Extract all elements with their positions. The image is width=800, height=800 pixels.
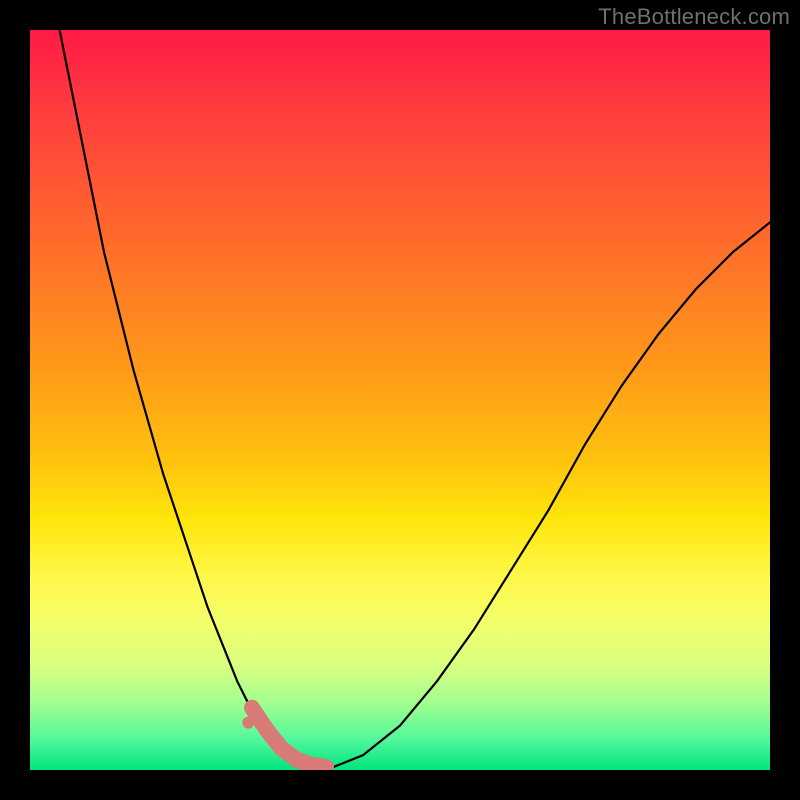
plot-area (30, 30, 770, 770)
optimal-zone-band (252, 708, 326, 767)
watermark-text: TheBottleneck.com (598, 4, 790, 30)
curve-svg (30, 30, 770, 770)
chart-frame: TheBottleneck.com (0, 0, 800, 800)
optimal-zone-dot (242, 717, 254, 729)
bottleneck-curve (60, 30, 770, 770)
